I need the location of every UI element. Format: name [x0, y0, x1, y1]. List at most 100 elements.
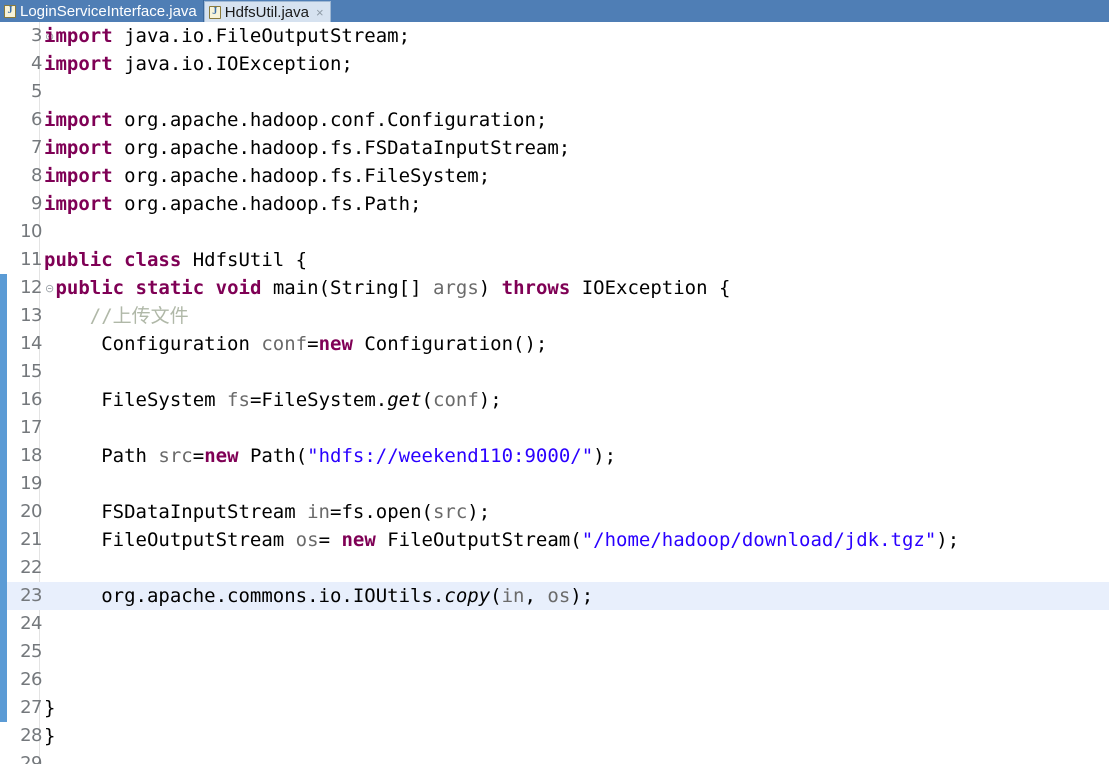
- tab-hdfs-util[interactable]: HdfsUtil.java ×: [203, 1, 331, 22]
- keyword-class: class: [124, 249, 182, 271]
- keyword-void: void: [215, 277, 262, 299]
- code-token: Configuration: [101, 333, 262, 355]
- code-line[interactable]: 5: [0, 78, 1109, 106]
- change-bar: [0, 666, 7, 694]
- code-line[interactable]: 27 }: [0, 694, 1109, 722]
- code-text: import org.apache.hadoop.fs.FSDataInputS…: [44, 134, 570, 162]
- keyword-new: new: [318, 333, 353, 355]
- line-number: 19: [20, 473, 42, 494]
- code-line[interactable]: 29: [0, 750, 1109, 764]
- line-number: 24: [20, 613, 42, 634]
- code-text: import org.apache.hadoop.conf.Configurat…: [44, 106, 547, 134]
- keyword-new: new: [204, 445, 239, 467]
- code-line[interactable]: 15: [0, 358, 1109, 386]
- code-line[interactable]: 26: [0, 666, 1109, 694]
- change-bar: [0, 750, 7, 764]
- code-line[interactable]: 10: [0, 218, 1109, 246]
- code-line[interactable]: 28 }: [0, 722, 1109, 750]
- code-token: os: [547, 585, 571, 607]
- line-number: 22: [20, 557, 42, 578]
- code-token: IOException {: [570, 277, 731, 299]
- code-token: }: [44, 697, 56, 719]
- close-icon[interactable]: ×: [313, 5, 324, 20]
- code-token: ,: [524, 585, 548, 607]
- code-token: =: [307, 333, 319, 355]
- code-token: get: [387, 389, 422, 411]
- code-line[interactable]: 16 FileSystem fs=FileSystem.get(conf);: [0, 386, 1109, 414]
- code-token: ): [478, 277, 502, 299]
- code-token: );: [478, 389, 502, 411]
- code-line[interactable]: 21 FileOutputStream os= new FileOutputSt…: [0, 526, 1109, 554]
- keyword-public: public: [44, 249, 113, 271]
- code-line[interactable]: 8 import org.apache.hadoop.fs.FileSystem…: [0, 162, 1109, 190]
- code-line[interactable]: 22: [0, 554, 1109, 582]
- change-bar: [0, 162, 7, 190]
- tab-login-service-interface[interactable]: LoginServiceInterface.java: [0, 0, 204, 22]
- code-text: import org.apache.hadoop.fs.Path;: [44, 190, 422, 218]
- code-token: in: [501, 585, 525, 607]
- change-bar: [0, 414, 7, 442]
- code-token: main(String[]: [261, 277, 433, 299]
- code-text: Configuration conf=new Configuration();: [44, 330, 547, 358]
- line-number: 17: [20, 417, 42, 438]
- change-bar: [0, 694, 7, 722]
- code-line[interactable]: 13 //上传文件: [0, 302, 1109, 330]
- code-line[interactable]: 9 import org.apache.hadoop.fs.Path;: [0, 190, 1109, 218]
- code-line[interactable]: 7 import org.apache.hadoop.fs.FSDataInpu…: [0, 134, 1109, 162]
- code-line[interactable]: 24: [0, 610, 1109, 638]
- tab-label: HdfsUtil.java: [224, 3, 309, 21]
- code-line[interactable]: 3 ⊝ import java.io.FileOutputStream;: [0, 22, 1109, 50]
- change-bar: [0, 246, 7, 274]
- code-token: );: [570, 585, 594, 607]
- line-number: 14: [20, 333, 42, 354]
- code-token: Path(: [238, 445, 308, 467]
- code-editor[interactable]: 3 ⊝ import java.io.FileOutputStream; 4 i…: [0, 22, 1109, 764]
- code-line[interactable]: 11 public class HdfsUtil {: [0, 246, 1109, 274]
- code-line-current[interactable]: 23 org.apache.commons.io.IOUtils.copy(in…: [0, 582, 1109, 610]
- line-number: 25: [20, 641, 42, 662]
- code-token: java.io.FileOutputStream;: [112, 25, 411, 47]
- code-token: fs: [227, 389, 250, 411]
- change-bar: [0, 134, 7, 162]
- line-number: 29: [20, 753, 42, 764]
- change-bar: [0, 22, 7, 50]
- code-text: org.apache.commons.io.IOUtils.copy(in, o…: [44, 582, 593, 610]
- code-text: import java.io.IOException;: [44, 50, 353, 78]
- code-token: org.apache.hadoop.fs.FSDataInputStream;: [112, 137, 571, 159]
- change-bar: [0, 302, 7, 330]
- keyword-import: import: [44, 193, 113, 215]
- keyword-import: import: [44, 25, 113, 47]
- change-bar: [0, 274, 7, 302]
- line-number: 10: [20, 221, 42, 242]
- change-bar: [0, 442, 7, 470]
- change-bar: [0, 554, 7, 582]
- string-literal: "hdfs://weekend110:9000/": [307, 445, 594, 467]
- code-line[interactable]: 20 FSDataInputStream in=fs.open(src);: [0, 498, 1109, 526]
- line-number: 5: [31, 81, 42, 102]
- code-token: Configuration();: [352, 333, 548, 355]
- code-line[interactable]: 25: [0, 638, 1109, 666]
- code-line[interactable]: 18 Path src=new Path("hdfs://weekend110:…: [0, 442, 1109, 470]
- code-token: =fs.open(: [330, 501, 433, 523]
- code-text: }: [44, 694, 55, 722]
- code-token: HdfsUtil {: [181, 249, 308, 271]
- code-token: =: [192, 445, 205, 467]
- change-bar: [0, 50, 7, 78]
- keyword-public: public: [55, 277, 125, 299]
- code-line[interactable]: 14 Configuration conf=new Configuration(…: [0, 330, 1109, 358]
- line-number: 28: [20, 725, 42, 746]
- code-token: conf: [433, 389, 479, 411]
- change-bar: [0, 78, 7, 106]
- code-line[interactable]: 19: [0, 470, 1109, 498]
- code-line[interactable]: 4 import java.io.IOException;: [0, 50, 1109, 78]
- comment-token: //上传文件: [89, 305, 189, 327]
- code-line[interactable]: 6 import org.apache.hadoop.conf.Configur…: [0, 106, 1109, 134]
- code-line[interactable]: 12 ⊝ public static void main(String[] ar…: [0, 274, 1109, 302]
- code-token: }: [44, 725, 56, 747]
- code-line[interactable]: 17: [0, 414, 1109, 442]
- change-bar: [0, 582, 7, 610]
- code-token: FileOutputStream(: [375, 529, 582, 551]
- code-token: );: [936, 529, 960, 551]
- change-bar: [0, 638, 7, 666]
- code-text: FileOutputStream os= new FileOutputStrea…: [44, 526, 959, 554]
